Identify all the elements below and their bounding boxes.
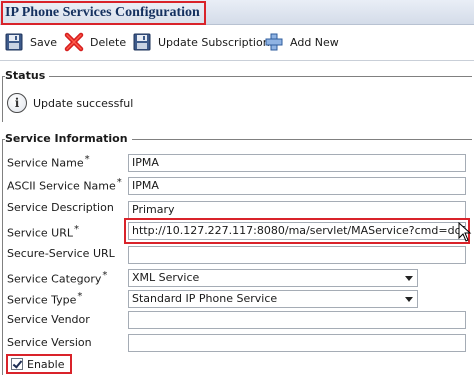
update-subscriptions-button[interactable]: Update Subscriptions (132, 32, 275, 52)
service-type-label: Service Type* (7, 291, 83, 307)
service-version-label: Service Version (7, 336, 92, 349)
service-description-field[interactable]: Primary (128, 201, 466, 219)
service-vendor-label: Service Vendor (7, 313, 90, 326)
title-bar: IP Phone Services Configuration (0, 0, 474, 25)
status-section-left-border (2, 76, 3, 122)
secure-service-url-label: Secure-Service URL (7, 247, 115, 260)
save-button[interactable]: Save (4, 32, 57, 52)
add-new-icon (265, 33, 283, 51)
service-category-select[interactable]: XML Service (128, 269, 418, 287)
ascii-service-name-label: ASCII Service Name* (7, 177, 122, 193)
chevron-down-icon (405, 276, 413, 281)
enable-checkbox-group[interactable]: Enable (6, 354, 72, 374)
save-label: Save (30, 35, 58, 49)
service-name-label: Service Name* (7, 154, 90, 170)
delete-label: Delete (90, 35, 127, 49)
page-title: IP Phone Services Configuration (1, 1, 206, 25)
add-new-label: Add New (290, 35, 339, 49)
status-message: Update successful (33, 96, 134, 110)
service-type-select[interactable]: Standard IP Phone Service (128, 290, 418, 308)
service-category-value: XML Service (132, 271, 200, 284)
status-message-row: i Update successful (7, 91, 133, 115)
delete-icon (64, 32, 84, 52)
update-subscriptions-label: Update Subscriptions (158, 35, 276, 49)
service-url-label: Service URL* (7, 224, 79, 240)
status-section-title: Status (5, 69, 50, 82)
status-section-border (2, 76, 472, 77)
mouse-cursor-icon (458, 222, 472, 242)
delete-button[interactable]: Delete (64, 32, 126, 52)
add-new-button[interactable]: Add New (264, 32, 339, 52)
enable-checkbox[interactable] (11, 358, 23, 370)
ascii-service-name-field[interactable]: IPMA (128, 177, 466, 195)
service-type-value: Standard IP Phone Service (132, 292, 278, 305)
update-subscriptions-icon (133, 33, 151, 51)
service-description-label: Service Description (7, 201, 114, 214)
service-info-section-title: Service Information (5, 132, 132, 145)
enable-label: Enable (27, 357, 65, 371)
service-version-field[interactable] (128, 334, 466, 352)
service-category-label: Service Category* (7, 270, 108, 286)
chevron-down-icon (405, 297, 413, 302)
service-info-section-left-border (2, 139, 3, 375)
toolbar: Save Delete Update Subscriptions Add New (0, 25, 474, 61)
service-url-field[interactable]: http://10.127.227.117:8080/ma/servlet/MA… (128, 222, 466, 240)
service-vendor-field[interactable] (128, 311, 466, 329)
service-name-field[interactable]: IPMA (128, 154, 466, 172)
info-icon: i (7, 93, 27, 113)
secure-service-url-field[interactable] (128, 246, 466, 264)
save-icon (5, 33, 23, 51)
